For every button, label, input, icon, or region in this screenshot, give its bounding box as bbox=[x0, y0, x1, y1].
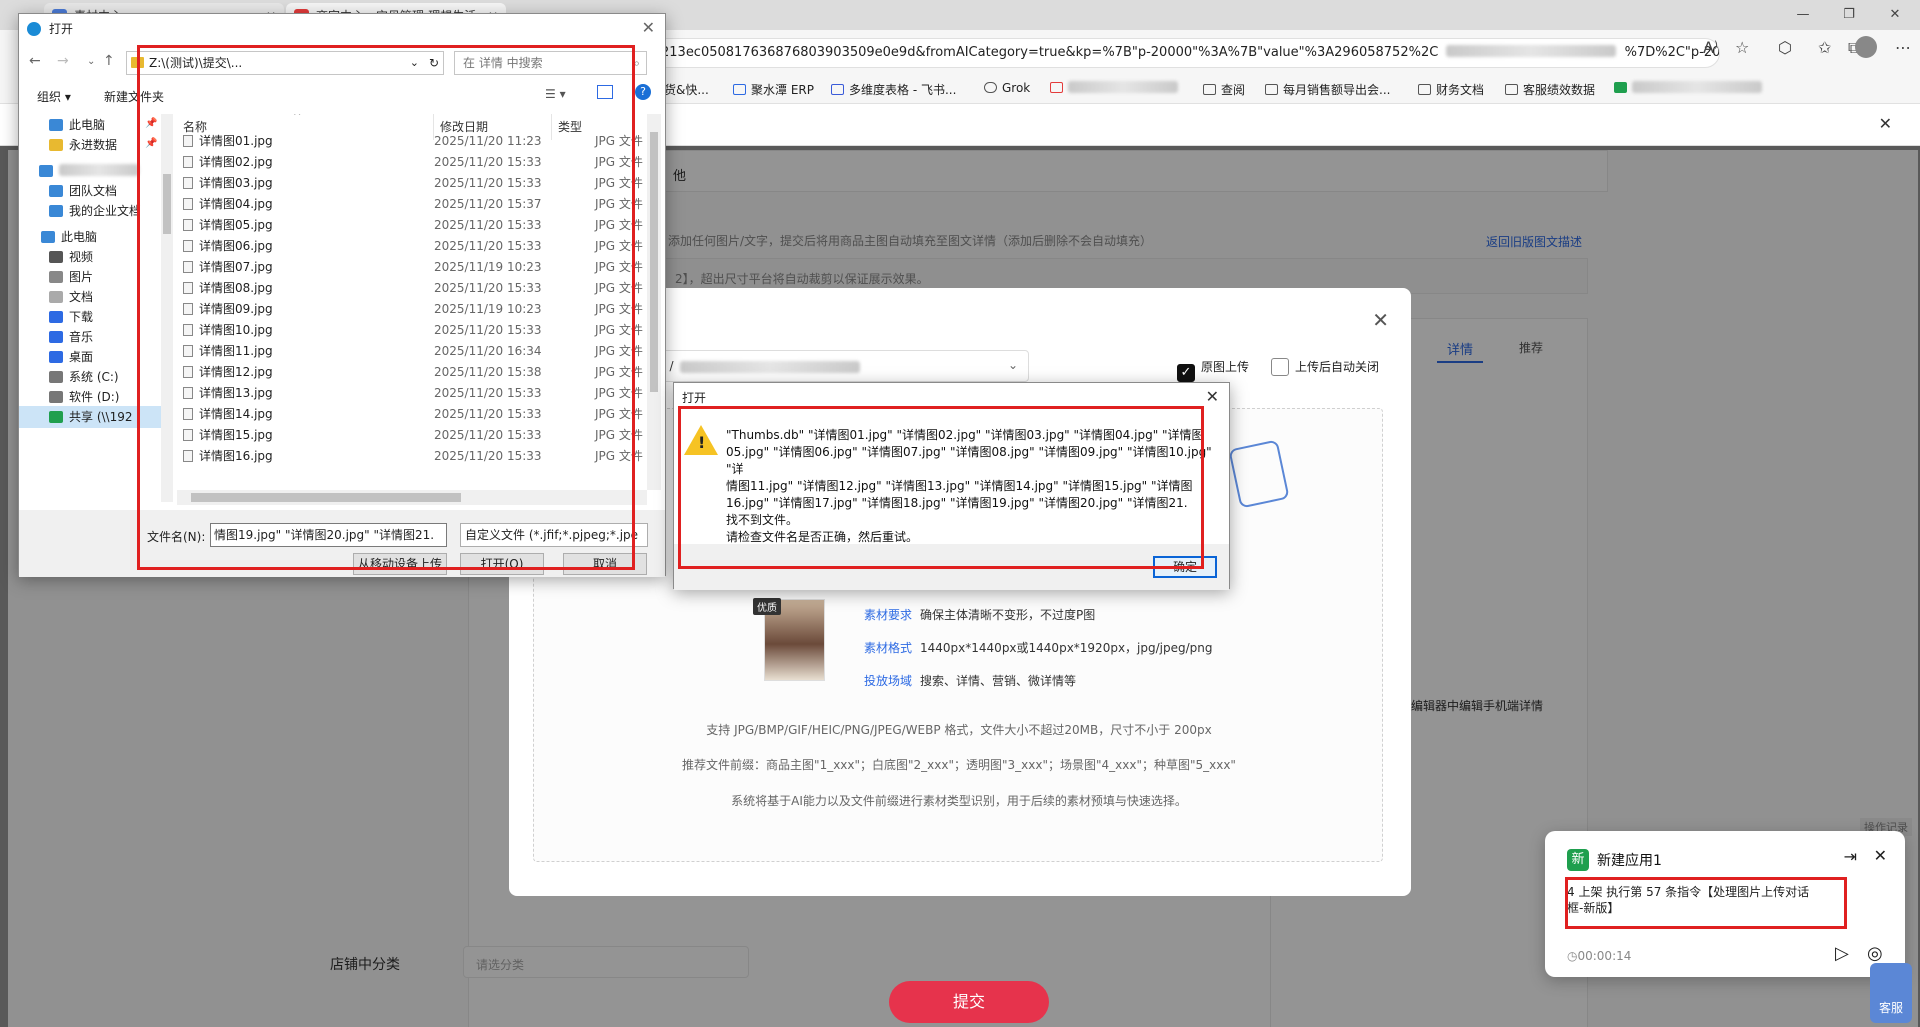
prefix-text: 推荐文件前缀：商品主图"1_xxx"；白底图"2_xxx"；透明图"3_xxx"… bbox=[682, 758, 1236, 772]
extensions-icon[interactable]: ⬡ bbox=[1778, 38, 1792, 57]
bookmark-folder[interactable]: 查阅 bbox=[1203, 81, 1245, 98]
play-icon[interactable]: ▷ bbox=[1835, 943, 1849, 964]
dialog-title: 打开 bbox=[49, 22, 74, 36]
bookmark-folder[interactable]: 每月销售额导出会... bbox=[1265, 81, 1390, 98]
bookmark-item[interactable]: 多维度表格 - 飞书... bbox=[831, 81, 956, 98]
nav-item-drive-d[interactable]: 软件 (D:) bbox=[49, 386, 119, 408]
checkbox-checked-icon: ✓ bbox=[1177, 364, 1195, 382]
quality-badge: 优质 bbox=[753, 598, 781, 615]
bookmark-item[interactable] bbox=[1614, 81, 1762, 95]
bookmark-folder[interactable]: 客服绩效数据 bbox=[1505, 81, 1595, 98]
nav-item-this-pc[interactable]: 此电脑 bbox=[41, 226, 97, 248]
automation-widget: 新 新建应用1 ⇥ ✕ 4 上架 执行第 57 条指令【处理图片上传对话框-新版… bbox=[1545, 831, 1905, 977]
forward-arrow-icon[interactable]: → bbox=[57, 53, 69, 69]
dialog-title-bar: 打开 bbox=[19, 14, 665, 44]
minimize-icon[interactable]: — bbox=[1780, 0, 1826, 30]
ai-text: 系统将基于AI能力以及文件前缀进行素材类型识别，用于后续的素材预填与快速选择。 bbox=[731, 794, 1187, 808]
highlight-box bbox=[137, 45, 635, 570]
customer-service-button[interactable]: 客服 bbox=[1870, 963, 1912, 1023]
support-text: 支持 JPG/BMP/GIF/HEIC/PNG/JPEG/WEBP 格式，文件大… bbox=[706, 723, 1212, 737]
bookmark-folder[interactable]: 财务文档 bbox=[1418, 81, 1484, 98]
close-icon[interactable]: ✕ bbox=[642, 18, 655, 37]
nav-item-team-docs[interactable]: 团队文档 bbox=[49, 180, 117, 202]
chevron-down-icon: ⌄ bbox=[1007, 358, 1018, 372]
nav-item-yongjin[interactable]: 永进数据 bbox=[49, 134, 117, 156]
widget-title: 新建应用1 bbox=[1597, 853, 1662, 869]
bookmark-item[interactable]: 聚水潭 ERP bbox=[733, 81, 814, 98]
phone-illustration-icon bbox=[1228, 439, 1290, 509]
nav-item-videos[interactable]: 视频 bbox=[49, 246, 93, 268]
submit-button[interactable]: 提交 bbox=[889, 981, 1049, 1023]
highlight-box bbox=[678, 406, 1204, 569]
nav-item-music[interactable]: 音乐 bbox=[49, 326, 93, 348]
back-arrow-icon[interactable]: ← bbox=[29, 53, 41, 69]
nav-item-pictures[interactable]: 图片 bbox=[49, 266, 93, 288]
up-arrow-icon[interactable]: ↑ bbox=[103, 53, 115, 69]
close-icon[interactable]: ✕ bbox=[1372, 308, 1389, 332]
example-thumbnail: 优质 bbox=[753, 598, 825, 681]
close-icon[interactable]: ✕ bbox=[1206, 387, 1219, 406]
highlight-box bbox=[1565, 877, 1847, 929]
elapsed-time: ◷00:00:14 bbox=[1567, 949, 1632, 963]
recent-dropdown-icon[interactable]: ⌄ bbox=[87, 56, 95, 67]
help-icon[interactable]: ? bbox=[635, 84, 651, 100]
blurred-region bbox=[1446, 45, 1617, 57]
scroll-thumb[interactable] bbox=[650, 132, 658, 392]
bookmark-item[interactable] bbox=[1050, 81, 1178, 95]
folder-select[interactable]: 5 / ⌄ bbox=[629, 350, 1029, 382]
profile-avatar[interactable] bbox=[1855, 36, 1877, 58]
restore-icon[interactable]: ❐ bbox=[1826, 0, 1872, 30]
edge-logo-icon bbox=[27, 22, 41, 36]
url-text: 213ec050817636876803903509e0e9d&fromAICa… bbox=[661, 45, 1439, 60]
favorite-star-icon[interactable]: ☆ bbox=[1735, 38, 1749, 57]
nav-item-desktop[interactable]: 桌面 bbox=[49, 346, 93, 368]
clock-icon: ◷ bbox=[1567, 949, 1578, 963]
window-close-icon[interactable]: ✕ bbox=[1872, 0, 1918, 30]
more-menu-icon[interactable]: ⋯ bbox=[1895, 38, 1911, 57]
original-upload-checkbox[interactable]: ✓ 原图上传 bbox=[1177, 358, 1249, 382]
close-icon[interactable]: ✕ bbox=[1874, 846, 1887, 865]
stop-icon[interactable]: ◎ bbox=[1867, 943, 1883, 964]
file-list-scrollbar[interactable] bbox=[647, 114, 661, 490]
blurred-region bbox=[680, 361, 860, 373]
screen: 素材中心 ✕ 商家中心 - 宝贝管理-理想生活 ✕ — ❐ ✕ 213ec050… bbox=[0, 0, 1920, 1027]
requirement-row: 素材格式 1440px*1440px或1440px*1920px，jpg/jpeg… bbox=[864, 641, 1213, 655]
auto-close-checkbox[interactable]: 上传后自动关闭 bbox=[1271, 358, 1379, 376]
collapse-icon[interactable]: ⇥ bbox=[1844, 847, 1857, 866]
close-icon[interactable]: ✕ bbox=[1879, 114, 1892, 133]
nav-item-cloud[interactable] bbox=[39, 160, 139, 182]
nav-item-documents[interactable]: 文档 bbox=[49, 286, 93, 308]
nav-item-this-pc[interactable]: 此电脑 bbox=[49, 114, 105, 136]
bookmark-item[interactable]: 货&快... bbox=[664, 81, 709, 98]
organize-button[interactable]: 组织 ▾ bbox=[37, 88, 71, 105]
app-logo-icon: 新 bbox=[1567, 849, 1589, 871]
nav-item-enterprise-docs[interactable]: 我的企业文档 bbox=[49, 200, 141, 222]
requirement-row: 素材要求 确保主体清晰不变形，不过度P图 bbox=[864, 608, 1096, 622]
bookmark-item[interactable]: Grok bbox=[984, 81, 1030, 95]
requirement-row: 投放场域 搜索、详情、营销、微详情等 bbox=[864, 674, 1077, 688]
read-aloud-icon[interactable]: A⁾ bbox=[1703, 38, 1718, 57]
nav-item-downloads[interactable]: 下载 bbox=[49, 306, 93, 328]
checkbox-empty-icon bbox=[1271, 358, 1289, 376]
url-input[interactable]: 213ec050817636876803903509e0e9d&fromAICa… bbox=[640, 38, 1720, 68]
nav-item-drive-c[interactable]: 系统 (C:) bbox=[49, 366, 119, 388]
favorites-icon[interactable]: ✩ bbox=[1818, 38, 1831, 57]
